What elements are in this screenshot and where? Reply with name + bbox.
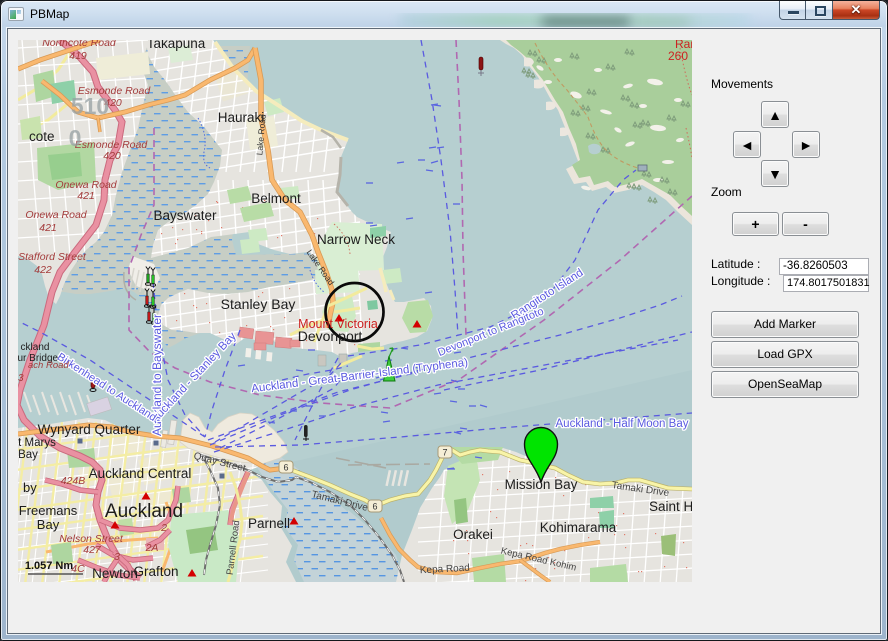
svg-text:Bay: Bay — [18, 449, 38, 461]
svg-text:Stafford Street: Stafford Street — [18, 251, 87, 263]
svg-text:421: 421 — [39, 222, 57, 234]
svg-text:Stanley Bay: Stanley Bay — [221, 296, 296, 312]
svg-text:by: by — [23, 480, 37, 495]
svg-text:Takapuna: Takapuna — [147, 40, 206, 51]
svg-text:Newton: Newton — [92, 566, 138, 581]
svg-text:ckland: ckland — [21, 342, 50, 353]
svg-text:Orakei: Orakei — [453, 527, 493, 542]
svg-text:Parnell: Parnell — [248, 516, 290, 531]
svg-text:0: 0 — [69, 125, 82, 151]
svg-text:Wynyard Quarter: Wynyard Quarter — [38, 422, 141, 437]
svg-text:Bayswater: Bayswater — [153, 208, 217, 223]
svg-text:Mount Victoria: Mount Victoria — [298, 317, 378, 331]
svg-text:cote: cote — [29, 129, 55, 144]
svg-text:Onewa Road: Onewa Road — [25, 209, 87, 221]
svg-text:422: 422 — [34, 264, 52, 276]
svg-text:t Marys: t Marys — [18, 437, 56, 449]
svg-text:2: 2 — [160, 522, 167, 534]
svg-text:510: 510 — [71, 93, 109, 119]
svg-text:Auckland - Half Moon Bay: Auckland - Half Moon Bay — [556, 418, 689, 430]
svg-text:6: 6 — [372, 502, 377, 512]
svg-text:Mission Bay: Mission Bay — [505, 477, 578, 492]
svg-text:Narrow Neck: Narrow Neck — [317, 232, 395, 247]
svg-text:1.057 Nm: 1.057 Nm — [25, 560, 74, 572]
svg-text:427: 427 — [83, 544, 102, 556]
svg-text:260 r: 260 r — [668, 49, 692, 63]
svg-text:2A: 2A — [145, 542, 159, 554]
svg-text:Freemans: Freemans — [19, 503, 78, 518]
svg-text:Bay: Bay — [37, 517, 60, 532]
svg-text:Belmont: Belmont — [251, 191, 301, 206]
svg-text:Auckland: Auckland — [105, 501, 183, 522]
svg-text:3: 3 — [18, 373, 24, 384]
svg-text:6: 6 — [283, 463, 288, 473]
svg-text:Kohimarama: Kohimarama — [540, 520, 617, 535]
svg-text:Saint Heli: Saint Heli — [649, 499, 692, 514]
svg-text:424B: 424B — [61, 475, 86, 487]
svg-text:ach Road: ach Road — [28, 360, 69, 371]
svg-text:Northcote Road: Northcote Road — [42, 40, 117, 49]
svg-text:419: 419 — [69, 50, 87, 62]
svg-text:Auckland Central: Auckland Central — [89, 466, 192, 481]
svg-text:3: 3 — [114, 551, 120, 563]
svg-text:Grafton: Grafton — [133, 564, 178, 579]
svg-text:4C: 4C — [71, 563, 85, 575]
svg-text:7: 7 — [442, 448, 447, 458]
svg-text:421: 421 — [77, 190, 95, 202]
svg-text:420: 420 — [103, 150, 121, 162]
